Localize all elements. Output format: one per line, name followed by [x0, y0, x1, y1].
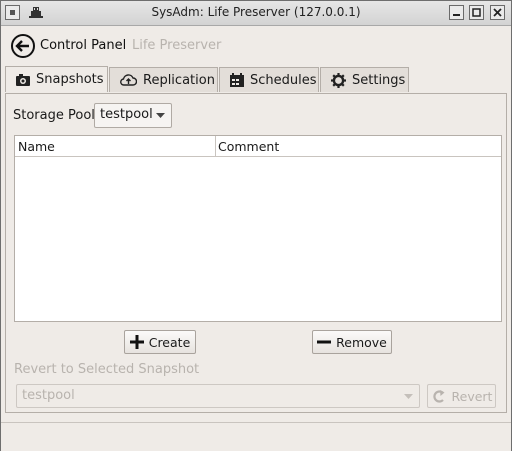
revert-select-value: testpool [22, 388, 75, 403]
revert-icon [432, 389, 445, 403]
tab-snapshots[interactable]: Snapshots [5, 66, 108, 92]
revert-label: Revert [451, 388, 493, 404]
storage-pool-select[interactable]: testpool [94, 103, 172, 128]
revert-button[interactable]: Revert [427, 384, 496, 408]
navigation-bar: Control Panel Life Preserver [1, 27, 511, 63]
snapshot-table[interactable]: Name Comment [14, 135, 502, 322]
tab-label: Snapshots [36, 72, 104, 87]
chevron-down-icon [156, 113, 165, 118]
create-button[interactable]: Create [124, 330, 196, 354]
storage-pool-label: Storage Pool [13, 108, 95, 123]
tab-label: Schedules [250, 72, 317, 88]
window-title: SysAdm: Life Preserver (127.0.0.1) [151, 5, 361, 19]
tab-settings[interactable]: Settings [320, 67, 409, 92]
status-bar [1, 422, 511, 451]
calendar-icon [230, 73, 244, 87]
remove-label: Remove [336, 334, 387, 350]
cloud-upload-icon [120, 73, 137, 86]
minimize-button[interactable] [449, 5, 464, 20]
tab-label: Replication [143, 72, 215, 88]
column-header-comment[interactable]: Comment [218, 139, 279, 154]
chevron-down-icon [404, 394, 413, 399]
remove-button[interactable]: Remove [312, 330, 392, 354]
breadcrumb-current: Life Preserver [132, 38, 222, 53]
revert-snapshot-select[interactable]: testpool [16, 384, 420, 408]
tab-schedules[interactable]: Schedules [219, 67, 319, 92]
gear-icon [331, 72, 346, 88]
back-button[interactable] [10, 33, 36, 59]
minus-icon [317, 340, 332, 344]
table-header: Name Comment [15, 136, 501, 157]
snapshots-panel: Storage Pool testpool Name Comment Creat… [5, 93, 507, 413]
back-arrow-icon [11, 34, 35, 58]
tab-label: Settings [352, 72, 406, 88]
column-divider[interactable] [215, 136, 216, 156]
maximize-icon [472, 8, 481, 17]
title-bar[interactable]: SysAdm: Life Preserver (127.0.0.1) [1, 1, 511, 26]
tab-replication[interactable]: Replication [109, 67, 218, 92]
camera-icon [16, 73, 30, 86]
close-icon [493, 8, 502, 17]
close-button[interactable] [490, 5, 505, 20]
breadcrumb-control-panel[interactable]: Control Panel [40, 38, 126, 53]
storage-pool-value: testpool [100, 107, 153, 122]
app-window: SysAdm: Life Preserver (127.0.0.1) Contr… [0, 0, 512, 451]
revert-section-label: Revert to Selected Snapshot [14, 362, 200, 377]
minimize-icon [453, 14, 460, 16]
create-label: Create [148, 334, 191, 350]
plus-icon [129, 335, 144, 349]
maximize-button[interactable] [469, 5, 484, 20]
column-header-name[interactable]: Name [18, 139, 55, 154]
